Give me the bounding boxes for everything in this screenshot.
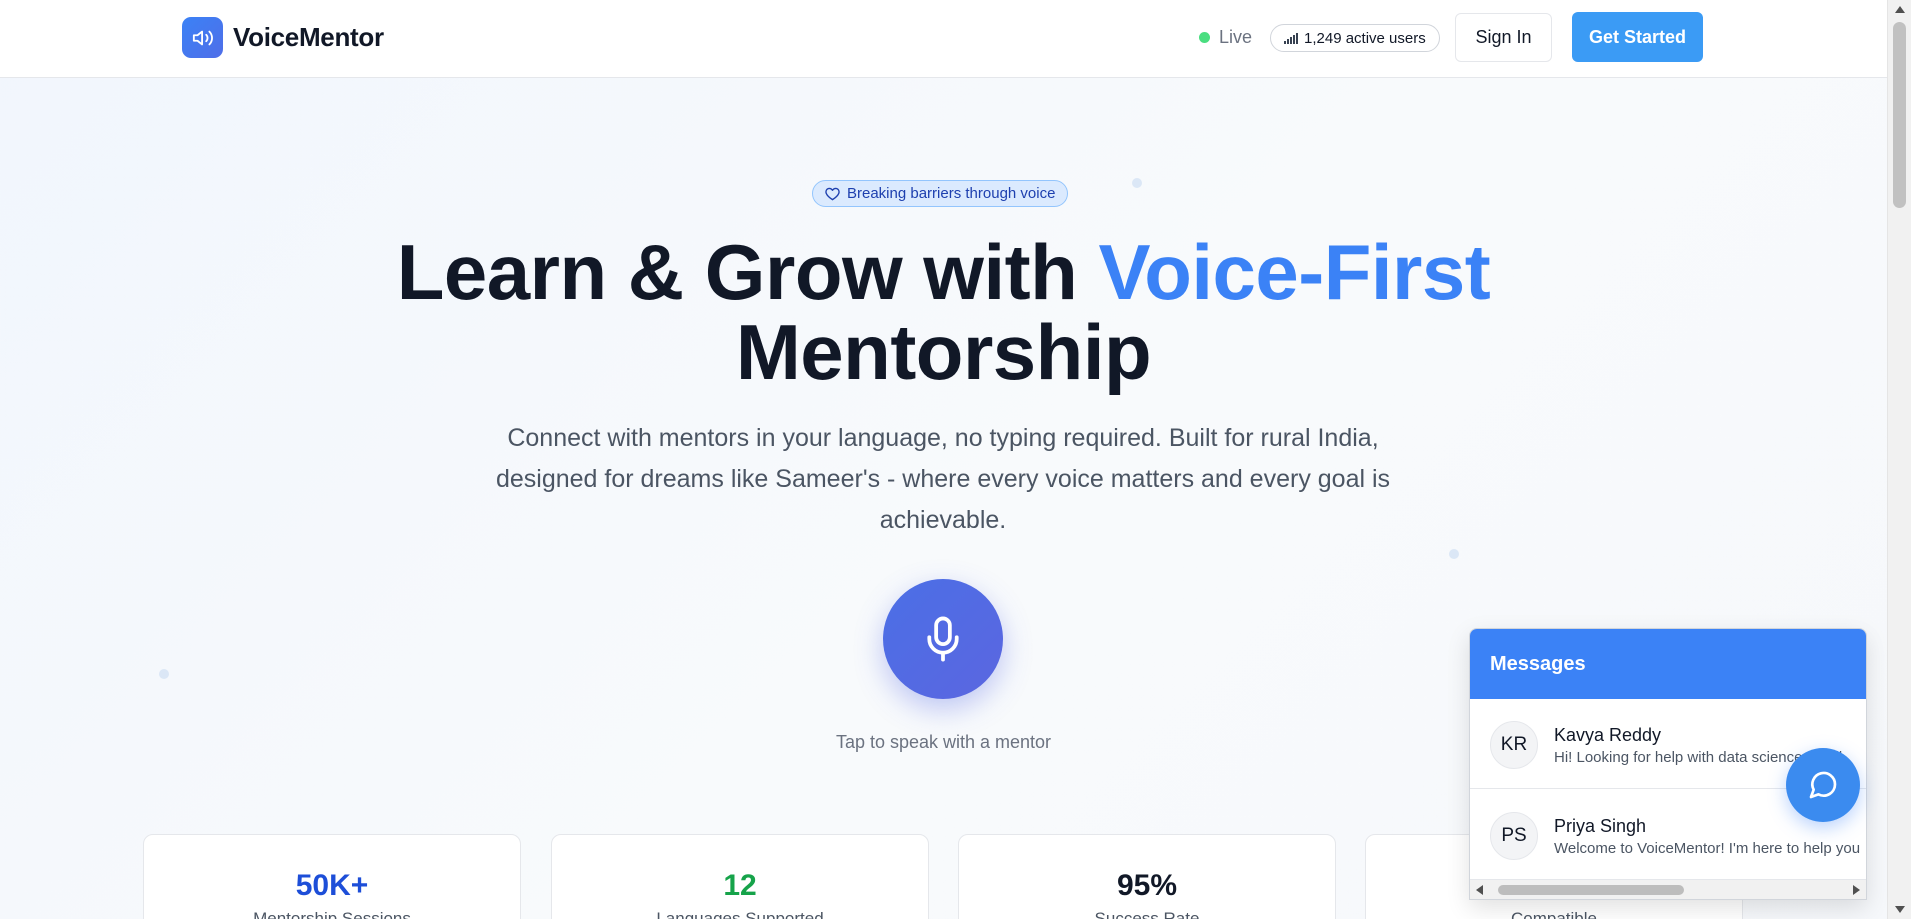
stat-value: 12	[723, 869, 757, 902]
messages-horizontal-scrollbar[interactable]	[1470, 879, 1866, 899]
decorative-dot	[1132, 178, 1142, 188]
hero-heading-part2: Mentorship	[735, 308, 1152, 396]
scroll-left-arrow-icon[interactable]	[1476, 885, 1483, 895]
live-indicator: Live	[1199, 27, 1252, 48]
microphone-icon	[927, 616, 959, 662]
brand-name: VoiceMentor	[233, 22, 384, 52]
horizontal-scroll-thumb[interactable]	[1498, 885, 1684, 895]
message-preview: Welcome to VoiceMentor! I'm here to help…	[1554, 840, 1861, 857]
voice-mic-button[interactable]	[883, 579, 1003, 699]
stat-card: 12 Languages Supported	[551, 834, 929, 919]
live-label: Live	[1219, 27, 1253, 47]
stat-value: 95%	[1116, 869, 1178, 902]
decorative-dot	[159, 669, 169, 679]
scroll-down-arrow-icon[interactable]	[1895, 906, 1905, 913]
sign-in-button[interactable]: Sign In	[1455, 13, 1552, 62]
scroll-right-arrow-icon[interactable]	[1853, 885, 1860, 895]
signal-bars-icon	[1284, 33, 1298, 44]
tagline-badge: Breaking barriers through voice	[812, 180, 1069, 207]
top-nav: VoiceMentor Live 1,249 active users Sign…	[0, 0, 1887, 78]
chat-fab-button[interactable]	[1786, 748, 1860, 822]
brand-logo[interactable]: VoiceMentor	[182, 17, 384, 58]
scroll-thumb[interactable]	[1893, 22, 1906, 208]
avatar: PS	[1490, 812, 1538, 860]
hero-heading-accent: Voice-First	[1098, 228, 1491, 316]
stat-value: 50K+	[295, 869, 369, 902]
active-users-count: 1,249 active users	[1304, 29, 1426, 47]
chat-bubble-icon	[1809, 771, 1837, 799]
page-scrollbar[interactable]	[1887, 0, 1911, 919]
stat-label: Languages Supported	[656, 909, 824, 919]
heart-icon	[825, 187, 840, 200]
speaker-icon	[182, 17, 223, 58]
stat-label: Mentorship Sessions	[253, 909, 411, 919]
live-dot-icon	[1199, 32, 1210, 43]
messages-title: Messages	[1470, 629, 1866, 699]
tagline-text: Breaking barriers through voice	[847, 185, 1056, 202]
stat-label: Success Rate	[1094, 909, 1200, 919]
hero-subtitle: Connect with mentors in your language, n…	[495, 424, 1391, 534]
hero-heading: Learn & Grow with Voice-First Mentorship	[0, 232, 1887, 392]
active-users-badge: 1,249 active users	[1270, 24, 1440, 52]
avatar: KR	[1490, 721, 1538, 769]
get-started-button[interactable]: Get Started	[1572, 12, 1703, 62]
scroll-up-arrow-icon[interactable]	[1895, 6, 1905, 13]
stat-card: 95% Success Rate	[958, 834, 1336, 919]
stat-card: 50K+ Mentorship Sessions	[143, 834, 521, 919]
decorative-dot	[1449, 549, 1459, 559]
stat-label: Compatible	[1511, 909, 1597, 919]
message-sender: Priya Singh	[1554, 816, 1647, 836]
message-sender: Kavya Reddy	[1554, 725, 1662, 745]
hero-heading-part1: Learn & Grow with	[396, 228, 1099, 316]
